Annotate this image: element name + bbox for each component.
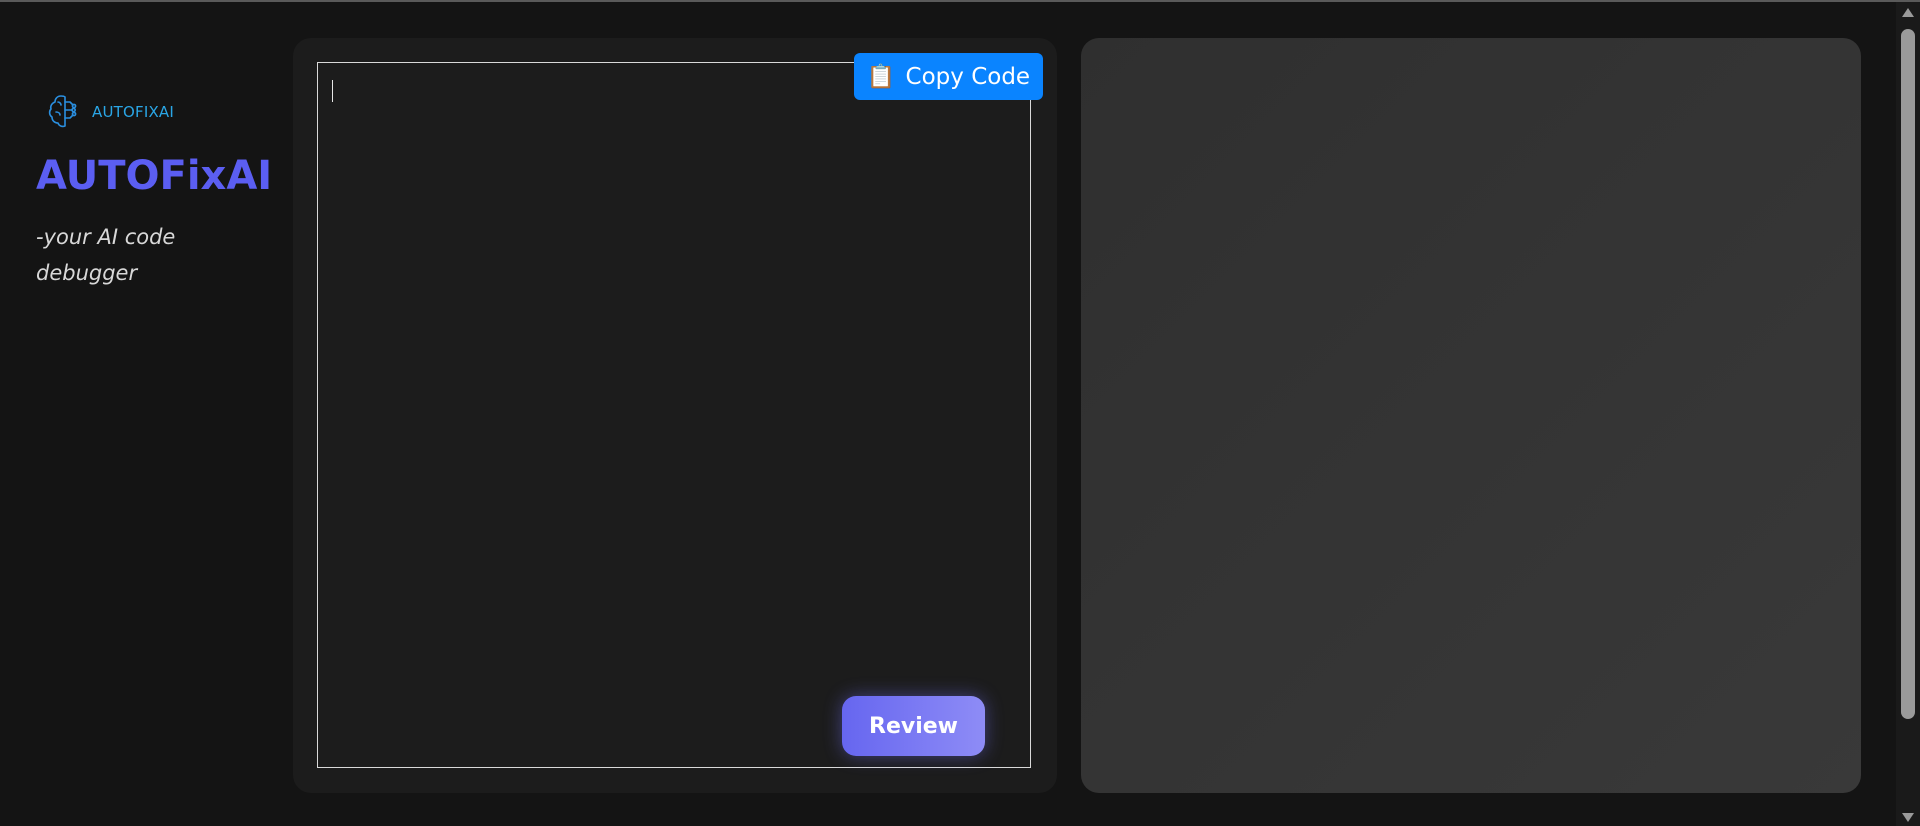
sidebar: AUTOFIXAI AUTOFixAI -your AI code debugg… bbox=[0, 0, 290, 826]
editor-panel: 📋 Copy Code Review bbox=[293, 38, 1057, 793]
copy-code-label: Copy Code bbox=[905, 63, 1031, 90]
logo-text: AUTOFIXAI bbox=[92, 103, 175, 121]
app-subtitle: -your AI code debugger bbox=[36, 225, 176, 285]
brain-circuit-icon bbox=[46, 88, 90, 136]
copy-code-button[interactable]: 📋 Copy Code bbox=[854, 53, 1043, 100]
logo: AUTOFIXAI bbox=[46, 88, 174, 136]
app-title: AUTOFixAI bbox=[36, 153, 273, 199]
review-output-panel bbox=[1081, 38, 1861, 793]
scroll-down-arrow-icon[interactable] bbox=[1902, 813, 1914, 822]
text-caret bbox=[332, 80, 333, 102]
scroll-up-arrow-icon[interactable] bbox=[1902, 8, 1914, 17]
review-button[interactable]: Review bbox=[842, 696, 985, 756]
scrollbar-thumb[interactable] bbox=[1901, 29, 1915, 719]
page-scrollbar[interactable] bbox=[1896, 2, 1920, 826]
code-input[interactable] bbox=[317, 62, 1031, 768]
clipboard-icon: 📋 bbox=[866, 64, 896, 90]
